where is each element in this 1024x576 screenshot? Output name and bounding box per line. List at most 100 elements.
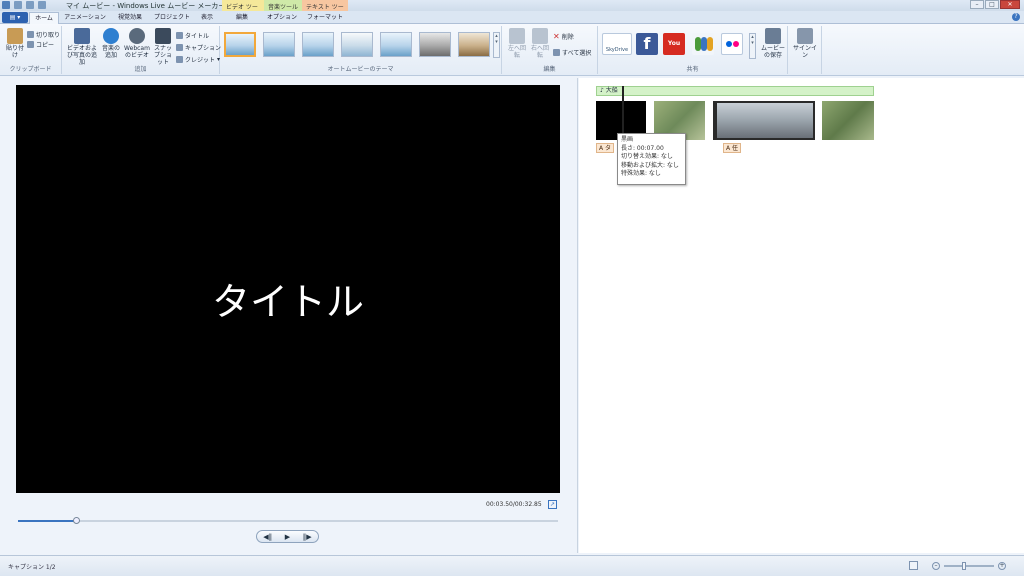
zoom-in-icon[interactable]: + [998, 561, 1006, 570]
next-frame-icon[interactable]: ‖▶ [303, 533, 312, 541]
share-scroll[interactable]: ▴ ▾ [749, 33, 756, 59]
themes-scroll[interactable]: ▴ ▾ [493, 32, 500, 58]
cut-button[interactable]: 切り取り [27, 30, 60, 39]
redo-icon[interactable] [38, 1, 46, 9]
pane-splitter[interactable] [577, 78, 578, 553]
tab-visual-effects[interactable]: 視覚効果 [110, 12, 150, 24]
caption-label[interactable]: A タ [596, 143, 615, 153]
status-bar: キャプション 1/2 – + [0, 555, 1024, 576]
copy-button[interactable]: コピー [27, 40, 54, 49]
rotate-left-button[interactable]: 左へ回転 [506, 28, 528, 59]
ribbon-tab-bar: ▤ ▾ ホーム アニメーション 視覚効果 プロジェクト 表示 編集 オプション … [0, 11, 1024, 24]
snapshot-button[interactable]: スナップショット [152, 28, 174, 66]
caption-icon [176, 44, 183, 51]
tab-home[interactable]: ホーム [29, 12, 59, 24]
windows-live-groups-icon[interactable] [692, 33, 714, 55]
paste-button[interactable]: 貼り付け [4, 28, 26, 59]
group-label-add: 追加 [134, 66, 147, 73]
skydrive-button[interactable]: SkyDrive [602, 33, 632, 55]
seek-bar[interactable] [18, 517, 558, 524]
thumbnail-size-icon[interactable] [909, 561, 918, 570]
tab-animation[interactable]: アニメーション [62, 12, 108, 24]
select-all-button[interactable]: すべて選択 [553, 48, 591, 57]
music-track[interactable]: ♪ 大船 [596, 86, 874, 96]
credit-button[interactable]: クレジット ▾ [176, 55, 220, 64]
time-display: 00:03.50/00:32.85 [486, 501, 542, 508]
storyboard-clip-video[interactable] [713, 101, 815, 140]
delete-x-icon: ✕ [553, 32, 560, 41]
scissors-icon [27, 31, 34, 38]
playback-controls: ◀‖ ▶ ‖▶ [256, 530, 319, 543]
maximize-button[interactable]: □ [985, 0, 999, 9]
group-label-themes: オートムービーのテーマ [327, 66, 394, 73]
storyboard-clip-photo[interactable] [822, 101, 874, 140]
flickr-icon[interactable] [721, 33, 743, 55]
minimize-button[interactable]: – [970, 0, 984, 9]
select-all-icon [553, 49, 560, 56]
sign-in-button[interactable]: サインイン [791, 28, 819, 59]
preview-title-text: タイトル [211, 280, 364, 324]
add-video-photo-button[interactable]: ビデオおよび写真の追加 [66, 28, 98, 66]
rotate-right-icon [532, 28, 548, 44]
tab-project[interactable]: プロジェクト [152, 12, 192, 24]
add-music-button[interactable]: 音楽の追加 [100, 28, 122, 59]
group-label-share: 共有 [686, 66, 699, 73]
theme-thumbnail[interactable] [302, 32, 334, 57]
rotate-right-button[interactable]: 右へ回転 [529, 28, 551, 59]
popout-preview-icon[interactable]: ↗ [548, 500, 557, 509]
previous-frame-icon[interactable]: ◀‖ [263, 533, 272, 541]
theme-thumbnail[interactable] [224, 32, 256, 57]
theme-thumbnail[interactable] [458, 32, 490, 57]
help-icon[interactable]: ? [1012, 13, 1020, 21]
caption-button[interactable]: キャプション [176, 43, 221, 52]
delete-button[interactable]: ✕ 削除 [553, 32, 574, 41]
seek-thumb[interactable] [73, 517, 81, 524]
theme-thumbnail[interactable] [419, 32, 451, 57]
tab-edit[interactable]: 編集 [222, 12, 262, 24]
theme-thumbnail[interactable] [341, 32, 373, 57]
context-tab-text-tools: テキスト ツール [302, 0, 348, 20]
webcam-icon [129, 28, 145, 44]
title-button[interactable]: タイトル [176, 31, 209, 40]
save-icon[interactable] [14, 1, 22, 9]
tooltip-length: 長さ: 00:07.00 [621, 144, 664, 152]
play-icon[interactable]: ▶ [285, 533, 290, 541]
group-clipboard: 貼り付け 切り取り コピー クリップボード [0, 26, 62, 74]
tooltip-effects: 特殊効果: なし [621, 170, 661, 178]
facebook-icon[interactable]: f [636, 33, 658, 55]
tab-options[interactable]: オプション [262, 12, 302, 24]
tooltip-transition: 切り替え効果: なし [621, 153, 673, 161]
zoom-slider-thumb[interactable] [962, 561, 966, 570]
film-photo-icon [74, 28, 90, 44]
tab-view[interactable]: 表示 [194, 12, 220, 24]
music-note-icon [103, 28, 119, 44]
credit-icon [176, 56, 183, 63]
webcam-video-button[interactable]: Webcamのビデオ [124, 28, 150, 59]
context-tab-video-tools: ビデオ ツール [222, 0, 264, 20]
clip-tooltip: 黒画 長さ: 00:07.00 切り替え効果: なし 移動および拡大: なし 特… [617, 133, 686, 185]
app-icon[interactable] [2, 1, 10, 9]
youtube-icon[interactable]: You [663, 33, 685, 55]
title-icon [176, 32, 183, 39]
zoom-control: – + [909, 561, 1006, 570]
group-label-edit: 編集 [543, 66, 556, 73]
theme-thumbnail[interactable] [263, 32, 295, 57]
preview-monitor[interactable]: タイトル [16, 85, 560, 493]
close-button[interactable]: ✕ [1000, 0, 1020, 9]
theme-thumbnail[interactable] [380, 32, 412, 57]
seek-progress [18, 520, 78, 522]
zoom-out-icon[interactable]: – [932, 561, 940, 570]
snapshot-icon [155, 28, 171, 44]
save-movie-button[interactable]: ムービーの保存 [760, 28, 786, 59]
group-automovie-themes: ▴ ▾ オートムービーのテーマ [220, 26, 502, 74]
group-label-clipboard: クリップボード [9, 66, 52, 73]
copy-icon [27, 41, 34, 48]
save-movie-icon [765, 28, 781, 44]
undo-icon[interactable] [26, 1, 34, 9]
tooltip-title: 黒画 [621, 136, 634, 143]
tab-format[interactable]: フォーマット [302, 12, 348, 24]
window-controls: – □ ✕ [970, 0, 1020, 9]
application-menu-button[interactable]: ▤ ▾ [2, 12, 28, 23]
caption-label[interactable]: A 任 [723, 143, 742, 153]
zoom-slider[interactable] [944, 561, 994, 570]
